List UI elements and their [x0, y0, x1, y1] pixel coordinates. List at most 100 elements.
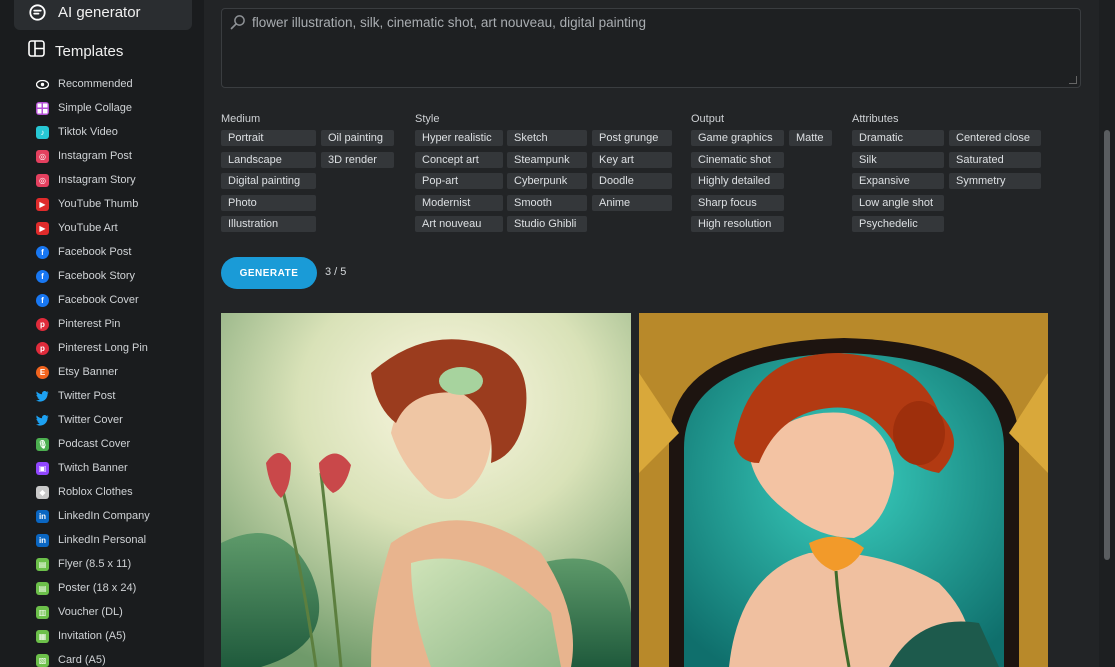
template-list: Recommended Simple Collage ♪ Tiktok Video ◎ I… — [36, 72, 150, 667]
tag-post-grunge[interactable]: Post grunge — [592, 130, 672, 146]
sidebar-item-label: Poster (18 x 24) — [58, 582, 137, 594]
sidebar-item-podcast-cover[interactable]: 🎙 Podcast Cover — [36, 432, 150, 456]
tag-silk[interactable]: Silk — [852, 152, 944, 168]
tag-art-nouveau[interactable]: Art nouveau — [415, 216, 503, 232]
tag-expansive[interactable]: Expansive — [852, 173, 944, 189]
tag-studio-ghibli[interactable]: Studio Ghibli — [507, 216, 587, 232]
art-nouveau-woman-image — [221, 313, 631, 667]
sidebar-item-etsy-banner[interactable]: E Etsy Banner — [36, 360, 150, 384]
sidebar-item-facebook-story[interactable]: f Facebook Story — [36, 264, 150, 288]
sidebar-item-pinterest-long-pin[interactable]: p Pinterest Long Pin — [36, 336, 150, 360]
sidebar-item-label: Twitch Banner — [58, 462, 128, 474]
sidebar-item-recommended[interactable]: Recommended — [36, 72, 150, 96]
sidebar-item-linkedin-personal[interactable]: in LinkedIn Personal — [36, 528, 150, 552]
tag-sharp-focus[interactable]: Sharp focus — [691, 195, 784, 211]
category-label-medium: Medium — [221, 113, 261, 125]
invitation-icon: ▦ — [36, 629, 49, 643]
stained-glass-woman-image — [639, 313, 1048, 667]
sidebar-item-label: Tiktok Video — [58, 126, 118, 138]
generated-image-1[interactable] — [221, 313, 631, 667]
sidebar-item-roblox-clothes[interactable]: ◆ Roblox Clothes — [36, 480, 150, 504]
tag-oil-painting[interactable]: Oil painting — [321, 130, 394, 146]
tag-digital-painting[interactable]: Digital painting — [221, 173, 316, 189]
tag-illustration[interactable]: Illustration — [221, 216, 316, 232]
tag-landscape[interactable]: Landscape — [221, 152, 316, 168]
tag-key-art[interactable]: Key art — [592, 152, 672, 168]
sidebar-item-label: YouTube Thumb — [58, 198, 139, 210]
tiktok-icon: ♪ — [36, 125, 49, 139]
tag-pop-art[interactable]: Pop-art — [415, 173, 503, 189]
sidebar-item-voucher-dl[interactable]: ▥ Voucher (DL) — [36, 600, 150, 624]
tag-symmetry[interactable]: Symmetry — [949, 173, 1041, 189]
sidebar-item-linkedin-company[interactable]: in LinkedIn Company — [36, 504, 150, 528]
sidebar-item-twitch-banner[interactable]: ▣ Twitch Banner — [36, 456, 150, 480]
twitter-icon — [36, 390, 49, 403]
sidebar-item-label: Instagram Post — [58, 150, 132, 162]
tag-concept-art[interactable]: Concept art — [415, 152, 503, 168]
templates-icon — [28, 40, 45, 62]
sidebar-item-facebook-post[interactable]: f Facebook Post — [36, 240, 150, 264]
tag-3d-render[interactable]: 3D render — [321, 152, 394, 168]
sidebar-item-simple-collage[interactable]: Simple Collage — [36, 96, 150, 120]
tag-saturated[interactable]: Saturated — [949, 152, 1041, 168]
tag-hyper-realistic[interactable]: Hyper realistic — [415, 130, 503, 146]
sidebar-item-label: LinkedIn Personal — [58, 534, 147, 546]
tag-cinematic-shot[interactable]: Cinematic shot — [691, 152, 784, 168]
sidebar-item-card-a5[interactable]: ▧ Card (A5) — [36, 648, 150, 667]
sidebar-item-instagram-story[interactable]: ◎ Instagram Story — [36, 168, 150, 192]
instagram-icon: ◎ — [36, 149, 49, 163]
twitch-icon: ▣ — [36, 461, 49, 475]
sidebar-item-label: Instagram Story — [58, 174, 136, 186]
tag-anime[interactable]: Anime — [592, 195, 672, 211]
prompt-input[interactable]: flower illustration, silk, cinematic sho… — [221, 8, 1081, 88]
tag-steampunk[interactable]: Steampunk — [507, 152, 587, 168]
linkedin-icon: in — [36, 533, 49, 547]
sidebar-item-instagram-post[interactable]: ◎ Instagram Post — [36, 144, 150, 168]
sidebar-item-ai-generator[interactable]: AI generator — [14, 0, 192, 30]
generated-image-2[interactable] — [639, 313, 1048, 667]
tag-low-angle-shot[interactable]: Low angle shot — [852, 195, 944, 211]
tag-dramatic[interactable]: Dramatic — [852, 130, 944, 146]
microphone-icon: 🎙 — [36, 437, 49, 451]
card-icon: ▧ — [36, 653, 49, 667]
tag-highly-detailed[interactable]: Highly detailed — [691, 173, 784, 189]
sidebar: AI generator Templates Recommended Simple… — [0, 0, 204, 667]
sidebar-item-pinterest-pin[interactable]: p Pinterest Pin — [36, 312, 150, 336]
eye-icon — [36, 78, 49, 91]
scrollbar[interactable] — [1099, 0, 1115, 667]
sidebar-item-templates[interactable]: Templates — [28, 40, 123, 62]
tag-sketch[interactable]: Sketch — [507, 130, 587, 146]
flyer-icon: ▤ — [36, 557, 49, 571]
poster-icon: ▤ — [36, 581, 49, 595]
sidebar-item-facebook-cover[interactable]: f Facebook Cover — [36, 288, 150, 312]
resize-handle-icon[interactable] — [1069, 76, 1077, 84]
tag-psychedelic[interactable]: Psychedelic — [852, 216, 944, 232]
twitter-icon — [36, 414, 49, 427]
facebook-icon: f — [36, 293, 49, 307]
sidebar-item-youtube-thumb[interactable]: ▶ YouTube Thumb — [36, 192, 150, 216]
tag-high-resolution[interactable]: High resolution — [691, 216, 784, 232]
sidebar-item-flyer-8-5-x-11[interactable]: ▤ Flyer (8.5 x 11) — [36, 552, 150, 576]
sidebar-item-poster-18-x-24[interactable]: ▤ Poster (18 x 24) — [36, 576, 150, 600]
sidebar-item-label: Etsy Banner — [58, 366, 118, 378]
tag-smooth[interactable]: Smooth — [507, 195, 587, 211]
tag-matte[interactable]: Matte — [789, 130, 832, 146]
generate-button[interactable]: GENERATE — [221, 257, 317, 289]
tag-modernist[interactable]: Modernist — [415, 195, 503, 211]
sidebar-item-label: Simple Collage — [58, 102, 132, 114]
tag-centered-close[interactable]: Centered close — [949, 130, 1041, 146]
tag-portrait[interactable]: Portrait — [221, 130, 316, 146]
sidebar-item-tiktok-video[interactable]: ♪ Tiktok Video — [36, 120, 150, 144]
pinterest-icon: p — [36, 317, 49, 331]
pinterest-icon: p — [36, 341, 49, 355]
sidebar-item-invitation-a5[interactable]: ▦ Invitation (A5) — [36, 624, 150, 648]
tag-game-graphics[interactable]: Game graphics — [691, 130, 784, 146]
sidebar-item-youtube-art[interactable]: ▶ YouTube Art — [36, 216, 150, 240]
tag-photo[interactable]: Photo — [221, 195, 316, 211]
sidebar-item-twitter-cover[interactable]: Twitter Cover — [36, 408, 150, 432]
prompt-text: flower illustration, silk, cinematic sho… — [252, 15, 646, 30]
tag-doodle[interactable]: Doodle — [592, 173, 672, 189]
scrollbar-thumb[interactable] — [1104, 130, 1110, 560]
sidebar-item-twitter-post[interactable]: Twitter Post — [36, 384, 150, 408]
tag-cyberpunk[interactable]: Cyberpunk — [507, 173, 587, 189]
